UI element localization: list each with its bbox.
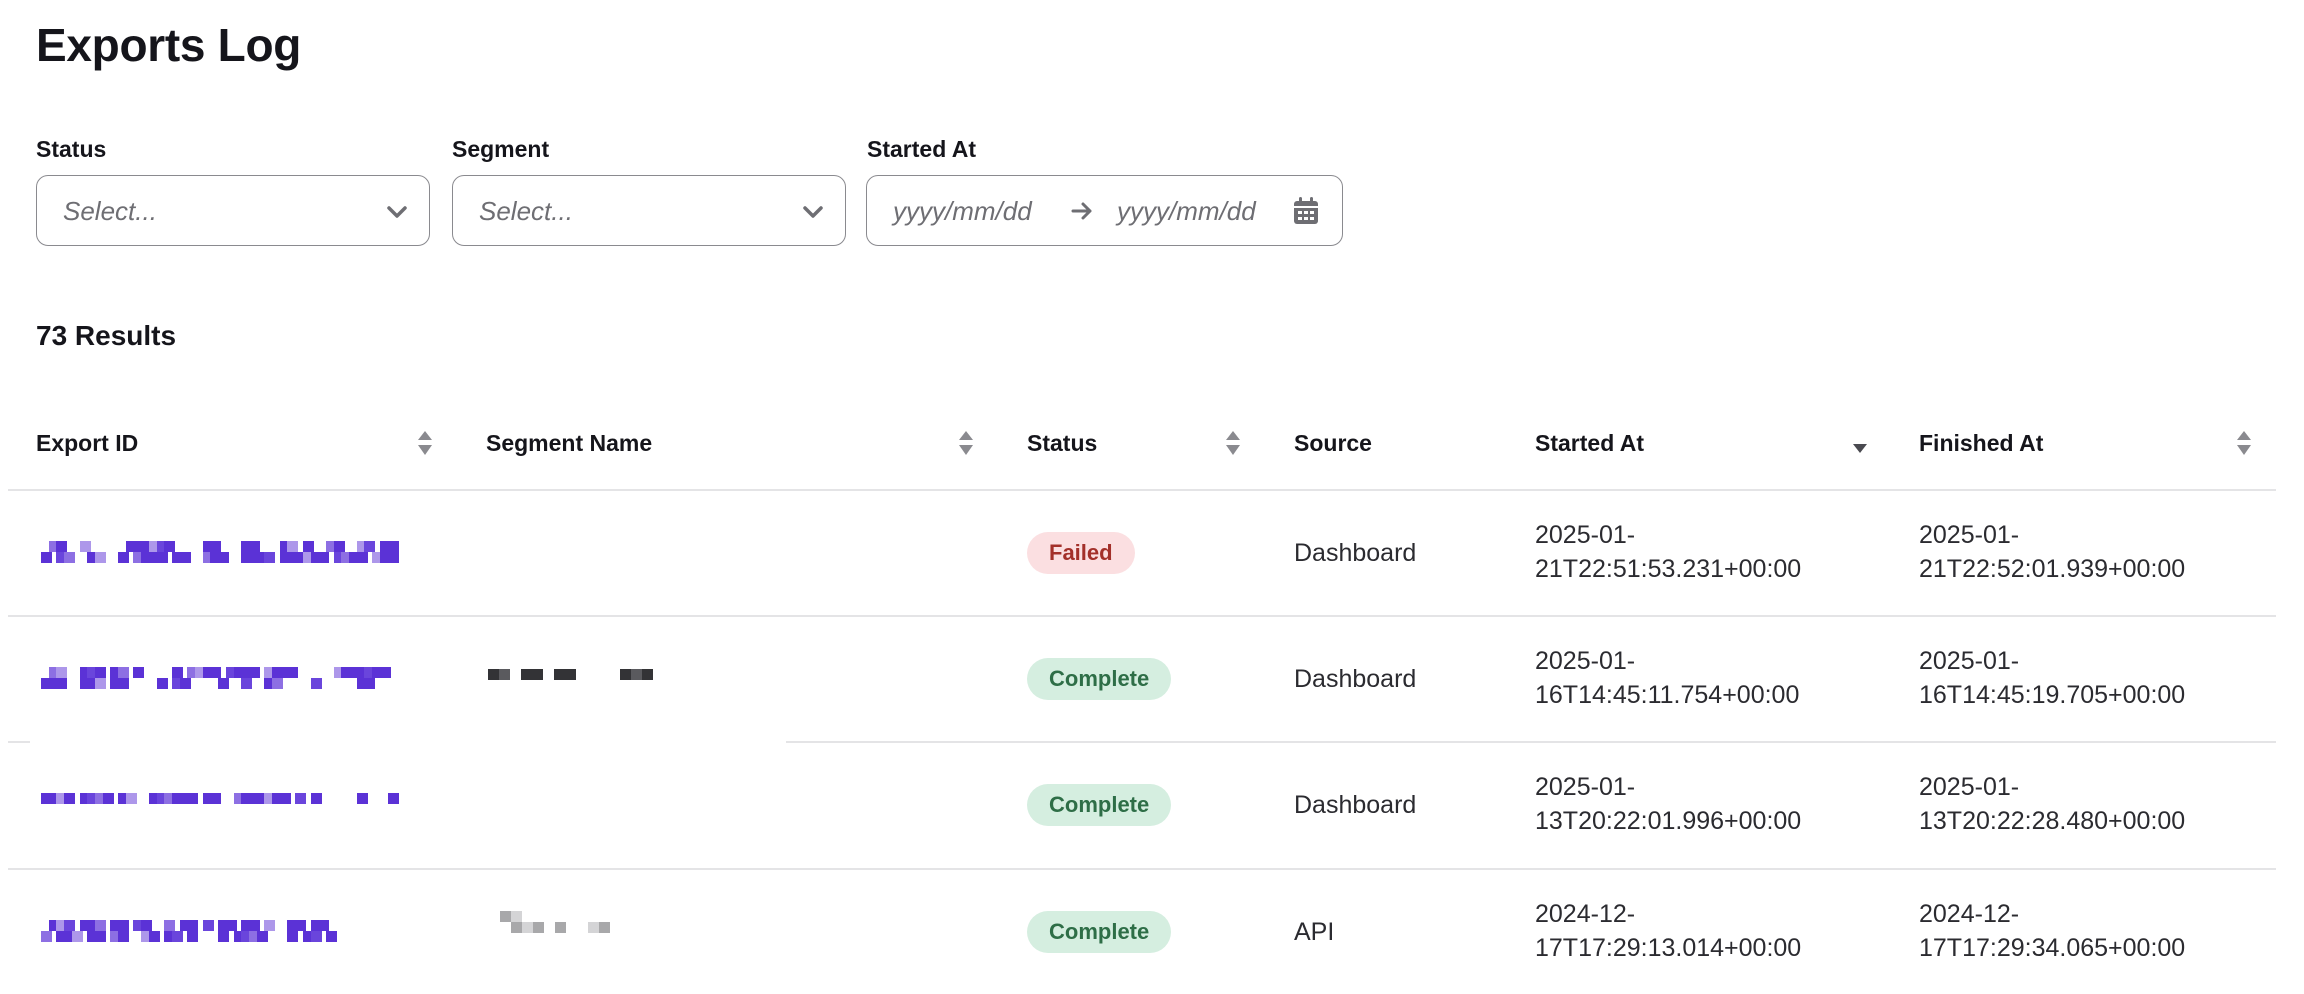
results-count: 73 Results [36,320,177,351]
source-cell: Dashboard [1294,665,1417,693]
started-at-date-range[interactable]: yyyy/mm/dd yyyy/mm/dd [866,175,1343,246]
finished-at-cell: 2024-12- 17T17:29:34.065+00:00 [1919,897,2185,965]
sort-icon[interactable] [2234,428,2254,458]
chevron-down-icon [387,206,407,218]
finished-at-cell-line: 16T14:45:19.705+00:00 [1919,681,2186,709]
segment-filter-placeholder: Select... [479,196,573,226]
status-badge: Complete [1027,911,1172,953]
started-at-cell-line: 16T14:45:11.754+00:00 [1535,681,1800,709]
calendar-icon[interactable] [1292,196,1320,226]
table-header: Export ID Segment Name Status Source Sta… [0,420,2276,490]
status-filter-select[interactable]: Select... [36,175,430,246]
finished-at-cell-line: 21T22:52:01.939+00:00 [1919,555,2186,583]
status-badge: Complete [1027,658,1172,700]
started-at-cell-line: 2024-12- [1535,900,1636,928]
finished-at-cell-line: 2025-01- [1919,773,2020,801]
column-header-started-at[interactable]: Started At [1535,430,1644,457]
started-at-cell-line: 2025-01- [1535,521,1636,549]
status-filter-placeholder: Select... [63,196,157,226]
arrow-right-icon [1071,202,1092,220]
started-at-cell-line: 17T17:29:13.014+00:00 [1535,934,1802,962]
column-header-export-id[interactable]: Export ID [36,430,138,457]
table-row[interactable]: Complete Dashboard 2025-01- 13T20:22:01.996… [8,742,2276,867]
status-filter-label: Status [36,136,107,162]
page-title: Exports Log [36,19,302,71]
started-at-cell-line: 13T20:22:01.996+00:00 [1535,807,1802,835]
column-header-finished-at[interactable]: Finished At [1919,430,2043,457]
started-at-cell: 2024-12- 17T17:29:13.014+00:00 [1535,897,1801,965]
finished-at-cell: 2025-01- 13T20:22:28.480+00:00 [1919,770,2185,838]
finished-at-cell-line: 17T17:29:34.065+00:00 [1919,934,2186,962]
column-header-source: Source [1294,430,1372,456]
finished-at-cell: 2025-01- 16T14:45:19.705+00:00 [1919,644,2185,712]
end-date-input[interactable]: yyyy/mm/dd [1117,196,1256,227]
row-divider [786,741,2276,743]
finished-at-cell-line: 2025-01- [1919,521,2020,549]
started-at-cell: 2025-01- 21T22:51:53.231+00:00 [1535,518,1801,586]
status-badge: Failed [1027,532,1135,574]
row-divider [8,615,2276,617]
finished-at-cell-line: 2025-01- [1919,647,2020,675]
source-cell: API [1294,918,1335,946]
finished-at-cell-line: 2024-12- [1919,900,2020,928]
table-row[interactable]: Complete API 2024-12- 17T17:29:13.014+00:00… [8,869,2276,994]
row-divider [8,741,30,743]
sort-icon[interactable] [1223,428,1243,458]
segment-filter-select[interactable]: Select... [452,175,846,246]
table-row[interactable]: Complete Dashboard 2025-01- 16T14:45:11.754… [8,616,2276,741]
chevron-down-icon [803,206,823,218]
sort-icon[interactable] [956,428,976,458]
start-date-input[interactable]: yyyy/mm/dd [893,196,1032,227]
segment-filter-label: Segment [452,136,550,162]
started-at-cell-line: 2025-01- [1535,647,1636,675]
source-cell: Dashboard [1294,539,1417,567]
source-cell: Dashboard [1294,791,1417,819]
started-at-cell-line: 21T22:51:53.231+00:00 [1535,555,1802,583]
started-at-cell: 2025-01- 13T20:22:01.996+00:00 [1535,770,1801,838]
sort-descending-icon[interactable] [1850,428,1870,458]
finished-at-cell: 2025-01- 21T22:52:01.939+00:00 [1919,518,2185,586]
started-at-cell-line: 2025-01- [1535,773,1636,801]
status-badge: Complete [1027,784,1172,826]
finished-at-cell-line: 13T20:22:28.480+00:00 [1919,807,2186,835]
column-header-status[interactable]: Status [1027,430,1097,457]
started-at-filter-label: Started At [867,136,977,162]
started-at-cell: 2025-01- 16T14:45:11.754+00:00 [1535,644,1799,712]
column-header-segment-name[interactable]: Segment Name [486,430,652,457]
table-row[interactable]: Failed Dashboard 2025-01- 21T22:51:53.231+0… [8,490,2276,615]
row-divider [8,868,2276,870]
sort-icon[interactable] [415,428,435,458]
